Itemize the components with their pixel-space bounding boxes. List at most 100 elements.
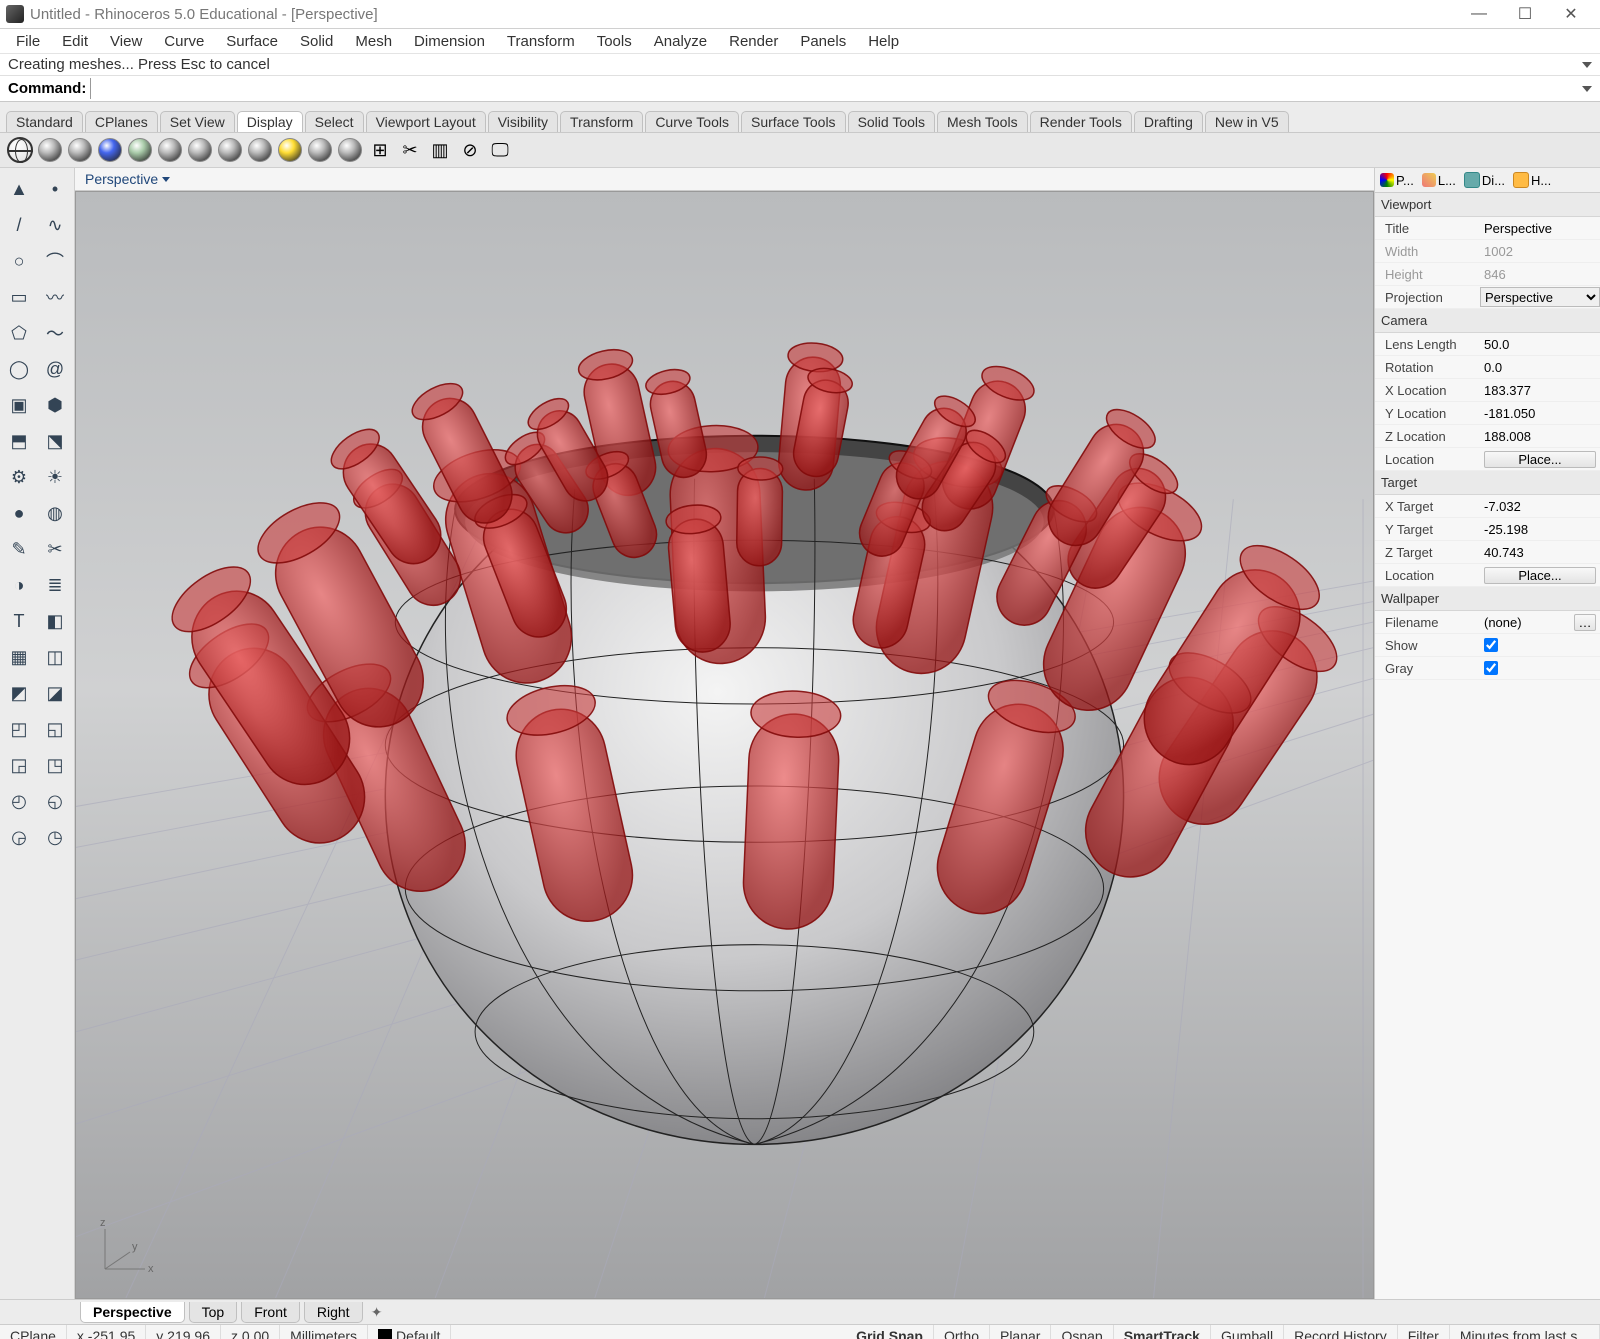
panel-tab-properties[interactable]: P...	[1377, 173, 1417, 188]
tab-new-in-v5[interactable]: New in V5	[1205, 111, 1289, 132]
status-cplane[interactable]: CPlane	[0, 1325, 67, 1339]
tab-render-tools[interactable]: Render Tools	[1030, 111, 1132, 132]
menu-edit[interactable]: Edit	[52, 31, 98, 52]
menu-tools[interactable]: Tools	[587, 31, 642, 52]
tool-cylinder[interactable]: ⬢	[38, 388, 72, 422]
viewtab-perspective[interactable]: Perspective	[80, 1302, 185, 1323]
flat-shade-button[interactable]: ▥	[426, 136, 454, 164]
tool-extrude[interactable]: ⬒	[2, 424, 36, 458]
yellow-sphere-button[interactable]	[276, 136, 304, 164]
prop-projection[interactable]: Projection Perspective	[1375, 286, 1600, 309]
browse-wallpaper-button[interactable]: …	[1574, 614, 1596, 631]
prop-ztarget[interactable]: Z Target40.743	[1375, 541, 1600, 564]
tab-solid-tools[interactable]: Solid Tools	[848, 111, 935, 132]
maximize-button[interactable]: ☐	[1502, 0, 1548, 28]
status-x[interactable]: x -251.95	[67, 1325, 146, 1339]
place-camera-button[interactable]: Place...	[1484, 451, 1596, 468]
tab-mesh-tools[interactable]: Mesh Tools	[937, 111, 1028, 132]
status-y[interactable]: y 219.96	[146, 1325, 221, 1339]
status-osnap[interactable]: Osnap	[1051, 1325, 1113, 1339]
menu-panels[interactable]: Panels	[790, 31, 856, 52]
menu-transform[interactable]: Transform	[497, 31, 585, 52]
tab-viewport-layout[interactable]: Viewport Layout	[366, 111, 486, 132]
place-target-button[interactable]: Place...	[1484, 567, 1596, 584]
tool-m3[interactable]: ◪	[38, 676, 72, 710]
command-input[interactable]	[90, 78, 1582, 99]
menu-render[interactable]: Render	[719, 31, 788, 52]
status-filter[interactable]: Filter	[1398, 1325, 1450, 1339]
tab-select[interactable]: Select	[305, 111, 364, 132]
tool-m1[interactable]: ◫	[38, 640, 72, 674]
menu-solid[interactable]: Solid	[290, 31, 343, 52]
tool-layer[interactable]: ≣	[38, 568, 72, 602]
tool-loft[interactable]: ⬔	[38, 424, 72, 458]
status-minutes-from-last-s[interactable]: Minutes from last s...	[1450, 1325, 1600, 1339]
tab-drafting[interactable]: Drafting	[1134, 111, 1203, 132]
viewport-title-bar[interactable]: Perspective	[75, 168, 1374, 191]
tab-surface-tools[interactable]: Surface Tools	[741, 111, 846, 132]
quad-sphere-button[interactable]	[306, 136, 334, 164]
tool-pointer[interactable]: ▲	[2, 172, 36, 206]
tool-render[interactable]: ◧	[38, 604, 72, 638]
clip-button[interactable]: ✂	[396, 136, 424, 164]
tool-polygon[interactable]: ⬠	[2, 316, 36, 350]
add-viewport-tab[interactable]: ✦	[367, 1304, 387, 1321]
tool-m9[interactable]: ◵	[38, 784, 72, 818]
tool-text[interactable]: T	[2, 604, 36, 638]
tool-edit-pt[interactable]: ✎	[2, 532, 36, 566]
tool-gear[interactable]: ⚙	[2, 460, 36, 494]
prop-yloc[interactable]: Y Location-181.050	[1375, 402, 1600, 425]
tool-m4[interactable]: ◰	[2, 712, 36, 746]
tab-standard[interactable]: Standard	[6, 111, 83, 132]
tool-sun[interactable]: ☀	[38, 460, 72, 494]
tool-trim[interactable]: ✂	[38, 532, 72, 566]
blue-sphere-button[interactable]	[96, 136, 124, 164]
status-smarttrack[interactable]: SmartTrack	[1114, 1325, 1211, 1339]
xray-sphere-button[interactable]	[156, 136, 184, 164]
menu-analyze[interactable]: Analyze	[644, 31, 717, 52]
prop-zloc[interactable]: Z Location188.008	[1375, 425, 1600, 448]
prop-xtarget[interactable]: X Target-7.032	[1375, 495, 1600, 518]
status-ortho[interactable]: Ortho	[934, 1325, 990, 1339]
tab-cplanes[interactable]: CPlanes	[85, 111, 158, 132]
menu-help[interactable]: Help	[858, 31, 909, 52]
tool-m8[interactable]: ◴	[2, 784, 36, 818]
close-button[interactable]: ✕	[1548, 0, 1594, 28]
tab-curve-tools[interactable]: Curve Tools	[645, 111, 739, 132]
prop-ytarget[interactable]: Y Target-25.198	[1375, 518, 1600, 541]
prop-rotation[interactable]: Rotation0.0	[1375, 356, 1600, 379]
flat-sphere-button[interactable]	[336, 136, 364, 164]
tool-arc[interactable]: ⌒	[38, 244, 72, 278]
command-dropdown-icon[interactable]	[1582, 86, 1592, 92]
tool-m10[interactable]: ◶	[2, 820, 36, 854]
show-wallpaper-checkbox[interactable]	[1484, 638, 1498, 652]
tech-sphere-button[interactable]	[186, 136, 214, 164]
menu-view[interactable]: View	[100, 31, 152, 52]
prop-show[interactable]: Show	[1375, 634, 1600, 657]
menu-mesh[interactable]: Mesh	[345, 31, 402, 52]
tool-spiral[interactable]: @	[38, 352, 72, 386]
pen-sphere-button[interactable]	[246, 136, 274, 164]
status-units[interactable]: Millimeters	[280, 1325, 368, 1339]
panel-tab-help[interactable]: H...	[1510, 172, 1554, 188]
status-z[interactable]: z 0.00	[221, 1325, 280, 1339]
shade-sphere-button[interactable]	[66, 136, 94, 164]
tool-poly-surface[interactable]: ◍	[38, 496, 72, 530]
viewtab-right[interactable]: Right	[304, 1302, 363, 1323]
tool-ellipse[interactable]: ◯	[2, 352, 36, 386]
tool-hatch[interactable]: ▦	[2, 640, 36, 674]
menu-dimension[interactable]: Dimension	[404, 31, 495, 52]
prop-title[interactable]: TitlePerspective	[1375, 217, 1600, 240]
message-expand-icon[interactable]	[1582, 62, 1592, 68]
viewtab-front[interactable]: Front	[241, 1302, 300, 1323]
status-gumball[interactable]: Gumball	[1211, 1325, 1284, 1339]
status-grid-snap[interactable]: Grid Snap	[846, 1325, 934, 1339]
tool-m7[interactable]: ◳	[38, 748, 72, 782]
panel-tab-layers[interactable]: L...	[1419, 173, 1459, 188]
tool-m5[interactable]: ◱	[38, 712, 72, 746]
viewport-3d[interactable]: x z y	[75, 191, 1374, 1299]
gray-wallpaper-checkbox[interactable]	[1484, 661, 1498, 675]
tool-bool[interactable]: ◑	[2, 568, 36, 602]
tool-circle[interactable]: ○	[2, 244, 36, 278]
tool-m6[interactable]: ◲	[2, 748, 36, 782]
